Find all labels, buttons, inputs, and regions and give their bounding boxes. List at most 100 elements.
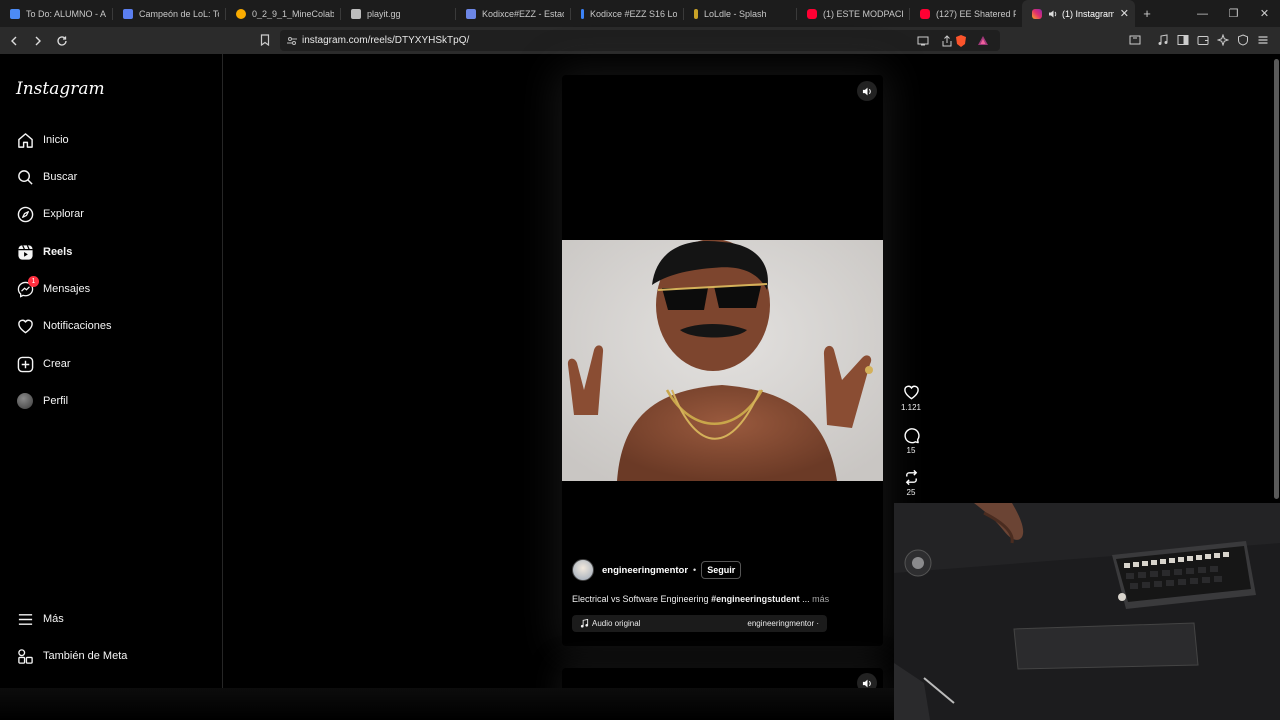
sidebar-item-explorar[interactable]: Explorar — [0, 199, 223, 229]
sidebar-item-mas[interactable]: Más — [0, 604, 223, 634]
webcam-overlay — [894, 503, 1280, 720]
address-bar-actions — [914, 32, 956, 50]
new-tab-button[interactable]: + — [1135, 6, 1159, 21]
comment-button[interactable] — [902, 426, 920, 444]
tab-title: (127) EE Shatered P0lli — [936, 8, 1016, 19]
back-button[interactable] — [4, 31, 24, 51]
wallet-button[interactable] — [1194, 31, 1212, 49]
tab-todo[interactable]: To Do: ALUMNO - AN — [0, 0, 112, 27]
audio-owner: engineeringmentor · — [747, 619, 819, 628]
screen: To Do: ALUMNO - AN Campeón de LoL: Toda … — [0, 0, 1280, 720]
sidebar-item-label: Perfil — [43, 395, 69, 407]
sidebar-item-reels[interactable]: Reels — [0, 237, 223, 267]
main-menu-button[interactable] — [1254, 31, 1272, 49]
caption-text: Electrical vs Software Engineering — [572, 594, 712, 604]
caption-hashtag[interactable]: #engineeringstudent — [711, 594, 800, 604]
instagram-logo[interactable]: Instagram — [16, 79, 105, 99]
caption-more-link[interactable]: más — [812, 594, 829, 604]
owner-username[interactable]: engineeringmentor — [602, 565, 688, 576]
leo-button[interactable] — [1214, 31, 1232, 49]
sidebar-item-buscar[interactable]: Buscar — [0, 162, 223, 192]
sidebar-item-mensajes[interactable]: 1 Mensajes — [0, 274, 223, 304]
tab-minecolab[interactable]: 0_2_9_1_MineColab_Im — [226, 0, 340, 27]
tab-youtube-modpack[interactable]: (1) ESTE MODPACK de — [797, 0, 909, 27]
restore-button[interactable]: ❐ — [1218, 0, 1249, 27]
close-window-button[interactable]: ✕ — [1249, 0, 1280, 27]
audio-link[interactable]: Audio original engineeringmentor · — [572, 615, 827, 632]
reel-video[interactable]: engineeringmentor • Seguir Electrical vs… — [562, 75, 883, 646]
tab-loldle[interactable]: LoLdle - Splash — [684, 0, 796, 27]
minimize-button[interactable]: — — [1187, 0, 1218, 27]
tab-title: LoLdle - Splash — [704, 8, 767, 19]
scrollbar-thumb[interactable] — [1274, 59, 1279, 499]
repost-count: 25 — [906, 488, 916, 497]
media-button[interactable] — [1154, 31, 1172, 49]
unread-badge: 1 — [28, 276, 39, 287]
meta-apps-icon — [16, 647, 34, 665]
tab-campeon-lol[interactable]: Campeón de LoL: Toda — [113, 0, 225, 27]
sidebar-item-label: Inicio — [43, 134, 69, 146]
vpn-button[interactable] — [1234, 31, 1252, 49]
youtube-icon — [807, 8, 817, 19]
repost-icon — [905, 469, 917, 485]
sidebar-item-notificaciones[interactable]: Notificaciones — [0, 311, 223, 341]
reel-info: engineeringmentor • Seguir Electrical vs… — [572, 559, 872, 632]
sidebar-item-tambien-de-meta[interactable]: También de Meta — [0, 641, 223, 671]
tab-playit[interactable]: playit.gg — [341, 0, 455, 27]
home-icon — [16, 131, 34, 149]
comment-count: 15 — [906, 446, 916, 455]
page-scrollbar[interactable] — [1272, 54, 1280, 504]
speaker-icon — [862, 87, 871, 95]
sidebar-button[interactable] — [1174, 31, 1192, 49]
tab-favicon — [123, 8, 133, 19]
reel-caption: Electrical vs Software Engineering #engi… — [572, 594, 872, 604]
like-button[interactable] — [902, 383, 920, 401]
heart-icon — [16, 317, 34, 335]
tab-youtube-shatered[interactable]: (127) EE Shatered P0lli — [910, 0, 1022, 27]
tab-instagram[interactable]: (1) Instagram ✕ — [1022, 0, 1135, 27]
repost-button[interactable] — [902, 468, 920, 486]
close-tab-icon[interactable]: ✕ — [1114, 7, 1129, 20]
owner-avatar[interactable] — [572, 559, 594, 581]
menu-icon — [16, 610, 34, 628]
avatar — [17, 393, 33, 409]
shield-icon — [1238, 34, 1248, 46]
sidebar-item-perfil[interactable]: Perfil — [0, 386, 223, 416]
reload-button[interactable] — [52, 31, 72, 51]
follow-button[interactable]: Seguir — [701, 561, 742, 579]
speaker-icon — [1049, 10, 1057, 17]
caption-ellipsis: ... — [799, 594, 813, 604]
sidebar-item-label: Más — [43, 613, 64, 625]
browser-toolbar: instagram.com/reels/DTYXYHSkTpQ/ — [0, 27, 1280, 54]
instagram-icon — [1032, 8, 1042, 19]
brave-shields-button[interactable] — [952, 32, 970, 50]
tab-title: Kodixce#EZZ - Estadíst — [482, 8, 564, 19]
forward-button[interactable] — [28, 31, 48, 51]
reel-frame-image — [562, 240, 883, 481]
tab-favicon — [694, 8, 698, 19]
brave-rewards-button[interactable] — [974, 32, 992, 50]
tab-kodixce-stats[interactable]: Kodixce#EZZ - Estadíst — [456, 0, 570, 27]
tab-favicon — [581, 8, 584, 19]
address-bar[interactable]: instagram.com/reels/DTYXYHSkTpQ/ — [280, 30, 1000, 51]
sidebar-item-inicio[interactable]: Inicio — [0, 125, 223, 155]
cast-button[interactable] — [914, 32, 932, 50]
bookmark-button[interactable] — [256, 31, 274, 49]
bottom-edge — [0, 688, 894, 720]
wallet-icon — [1197, 36, 1209, 45]
brave-rewards-icon — [978, 36, 988, 45]
tab-favicon — [466, 8, 476, 19]
sidebar-item-label: Explorar — [43, 208, 84, 220]
mute-toggle-button[interactable] — [857, 81, 877, 101]
tab-kodixce-s16[interactable]: Kodixce #EZZ S16 LoL — [571, 0, 683, 27]
sidebar-item-label: Reels — [43, 246, 73, 258]
separator-dot: • — [693, 565, 697, 575]
webcam-desk-scene — [894, 503, 1280, 720]
tab-title: Campeón de LoL: Toda — [139, 8, 219, 19]
man-with-sunglasses-image — [562, 240, 883, 481]
site-settings-icon[interactable] — [286, 35, 298, 47]
leo-ai-button[interactable] — [1126, 31, 1144, 49]
music-note-icon — [580, 619, 589, 628]
sidebar-item-crear[interactable]: Crear — [0, 349, 223, 379]
sidebar-icon — [1177, 35, 1189, 45]
